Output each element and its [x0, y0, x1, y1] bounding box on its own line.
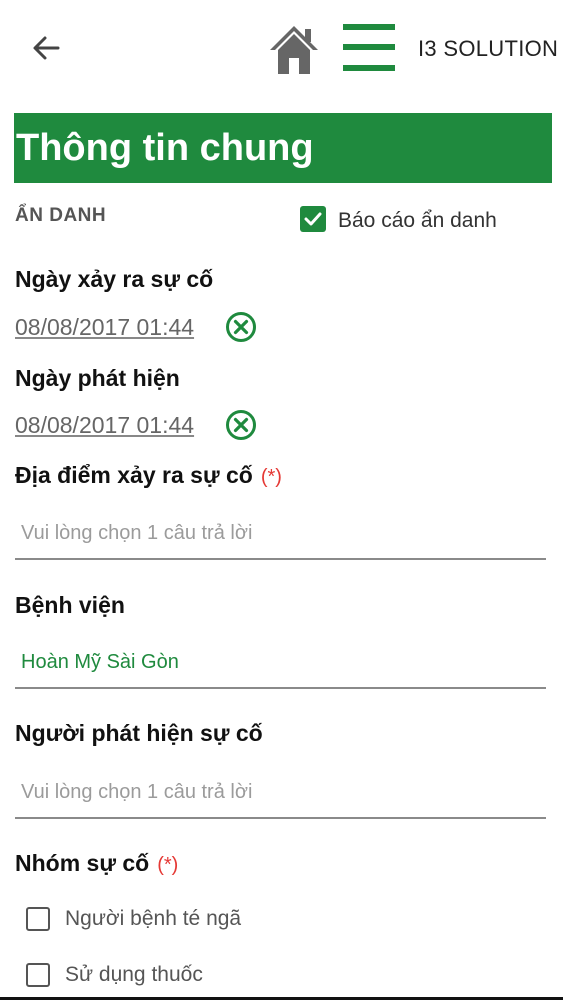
check-icon [304, 212, 322, 226]
group-option-label[interactable]: Sử dụng thuốc [65, 963, 203, 987]
anonymous-checkbox[interactable] [300, 206, 326, 232]
detected-date-label: Ngày phát hiện [15, 365, 180, 391]
hospital-label: Bệnh viện [15, 592, 125, 618]
hamburger-menu-icon[interactable] [343, 22, 395, 74]
anonymous-section-label: ẨN DANH [15, 205, 107, 226]
back-arrow-icon[interactable] [28, 30, 64, 66]
location-placeholder: Vui lòng chọn 1 câu trả lời [21, 522, 253, 544]
page-title: Thông tin chung [16, 127, 314, 169]
location-label-text: Địa điểm xảy ra sự cố [15, 462, 253, 488]
clear-incident-date-icon[interactable] [225, 311, 257, 343]
brand-name: I3 SOLUTION [418, 36, 559, 61]
location-label: Địa điểm xảy ra sự cố (*) [15, 462, 282, 489]
group-option-checkbox[interactable] [26, 963, 50, 987]
home-icon[interactable] [266, 20, 322, 76]
group-label-text: Nhóm sự cố [15, 850, 150, 876]
detected-date-value[interactable]: 08/08/2017 01:44 [15, 412, 194, 439]
detector-label: Người phát hiện sự cố [15, 720, 263, 746]
location-select[interactable]: Vui lòng chọn 1 câu trả lời [15, 508, 546, 560]
required-marker: (*) [157, 854, 179, 876]
clear-detected-date-icon[interactable] [225, 409, 257, 441]
group-option-label[interactable]: Người bệnh té ngã [65, 907, 241, 931]
required-marker: (*) [260, 466, 282, 488]
group-label: Nhóm sự cố (*) [15, 850, 178, 877]
section-banner: Thông tin chung [14, 113, 552, 183]
group-option-checkbox[interactable] [26, 907, 50, 931]
detector-select[interactable]: Vui lòng chọn 1 câu trả lời [15, 767, 546, 819]
anonymous-checkbox-label[interactable]: Báo cáo ẩn danh [338, 209, 497, 233]
app-bar: I3 SOLUTION [0, 0, 563, 100]
incident-date-label: Ngày xảy ra sự cố [15, 266, 214, 292]
hospital-select[interactable]: Hoàn Mỹ Sài Gòn [15, 637, 546, 689]
detector-placeholder: Vui lòng chọn 1 câu trả lời [21, 781, 253, 803]
incident-date-value[interactable]: 08/08/2017 01:44 [15, 314, 194, 341]
hospital-value: Hoàn Mỹ Sài Gòn [21, 651, 179, 673]
